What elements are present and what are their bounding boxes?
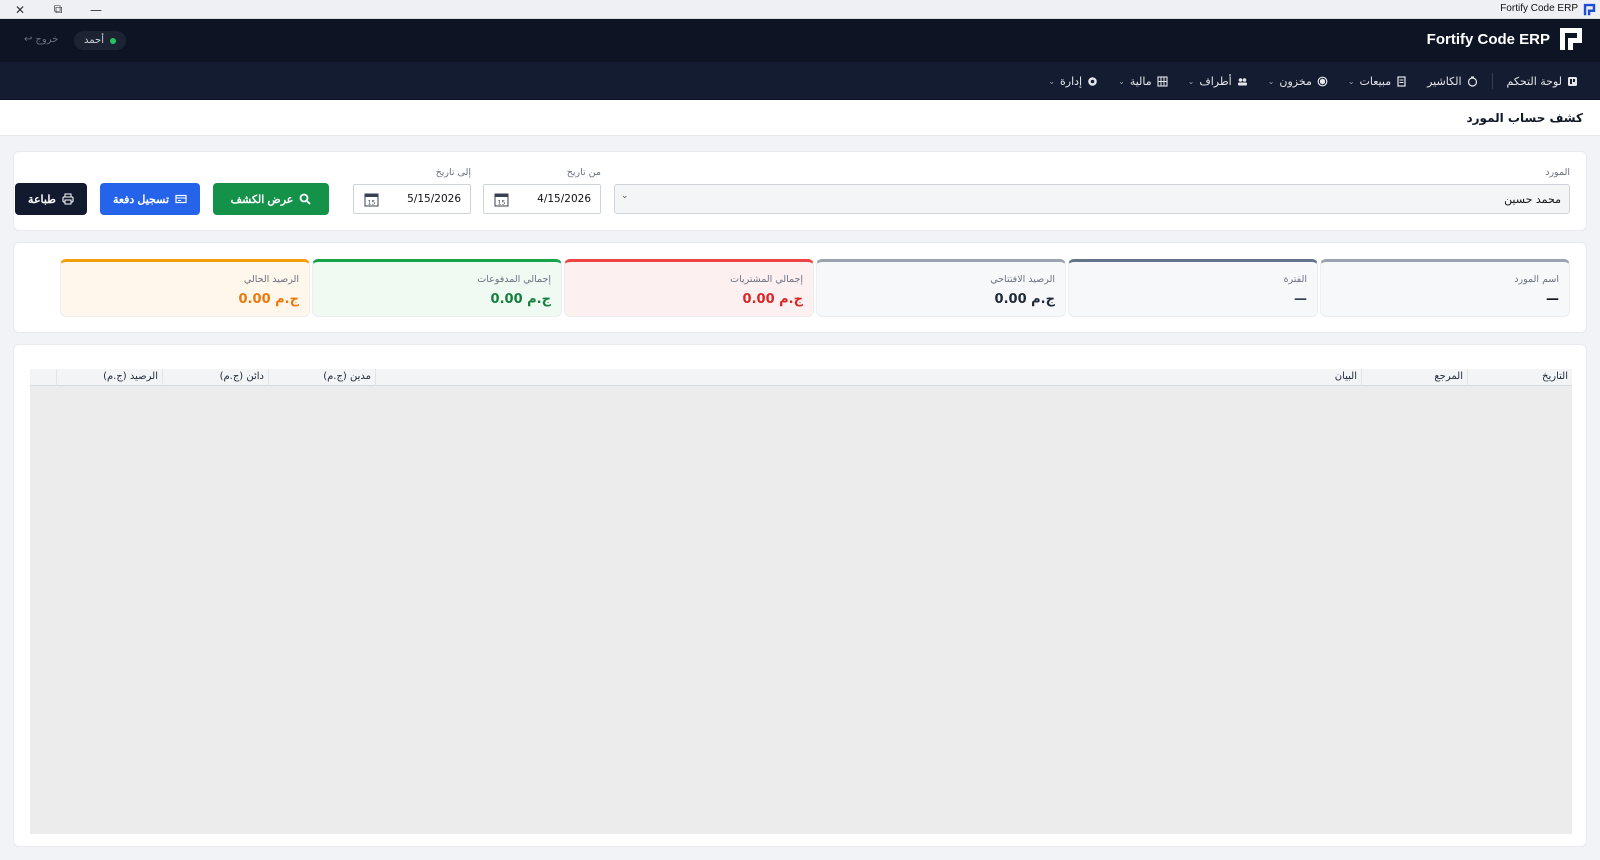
print-label: طباعة <box>28 193 56 206</box>
finance-icon <box>1157 75 1168 87</box>
summary-stat-label: الرصيد الافتتاحي <box>990 274 1055 285</box>
table-column-header[interactable]: الرصيد (ج.م) <box>56 369 162 386</box>
summary-stat-label: الرصيد الحالي <box>243 274 299 285</box>
table-header: التاريخ المرجع البيان مدين (ج.م) دائن (ج.م) ا… <box>30 369 1572 386</box>
nav-item-label: لوحة التحكم <box>1506 74 1562 88</box>
supplier-select[interactable]: محمد حسين ⌄ <box>614 184 1570 214</box>
chevron-down-icon: ⌄ <box>1048 76 1056 86</box>
from-date-input[interactable]: 4/15/2026 15 <box>483 184 601 214</box>
chevron-down-icon: ⌄ <box>621 191 629 201</box>
page-title-bar: كشف حساب المورد <box>0 100 1600 136</box>
window-titlebar: ✕ ⧉ — Fortify Code ERP <box>0 0 1600 19</box>
search-icon <box>299 193 311 205</box>
nav-item-label: أطراف <box>1199 74 1232 88</box>
dashboard-icon <box>1568 76 1577 86</box>
supplier-value: محمد حسين <box>1504 193 1561 206</box>
summary-stat-1: الفترة — <box>1068 259 1318 317</box>
record-payment-label: تسجيل دفعة <box>112 193 170 206</box>
summary-stat-5: الرصيد الحالي 0.00 ج.م <box>60 259 310 317</box>
summary-stat-value: 0.00 ج.م <box>490 292 551 307</box>
summary-stat-label: اسم المورد <box>1514 274 1559 285</box>
record-payment-button[interactable]: تسجيل دفعة <box>100 183 200 215</box>
parties-icon <box>1237 77 1247 85</box>
svg-text:15: 15 <box>368 200 376 207</box>
to-date-value: 5/15/2026 <box>407 193 461 205</box>
summary-stat-label: إجمالي المشتريات <box>730 274 803 285</box>
cashier-icon <box>1467 76 1477 87</box>
summary-stat-0: اسم المورد — <box>1320 259 1570 317</box>
table-column-header[interactable]: المرجع <box>1361 369 1467 386</box>
from-date-label: من تاريخ <box>566 167 601 178</box>
summary-stat-value: 0.00 ج.م <box>238 292 299 307</box>
summary-stat-3: إجمالي المشتريات 0.00 ج.م <box>564 259 814 317</box>
filter-card: المورد محمد حسين ⌄ من تاريخ 4/15/2026 15… <box>13 151 1587 231</box>
user-name: أحمد <box>84 35 104 46</box>
nav-item-5[interactable]: مالية ⌄ <box>1108 62 1178 100</box>
online-status-icon <box>110 37 116 44</box>
user-badge[interactable]: أحمد <box>74 31 126 50</box>
inventory-icon <box>1317 76 1328 86</box>
chevron-down-icon: ⌄ <box>1347 76 1355 86</box>
logout-button[interactable]: ↩ خروج <box>24 34 58 45</box>
sales-icon <box>1397 75 1406 87</box>
calendar-icon[interactable]: 15 <box>364 192 379 207</box>
summary-stat-2: الرصيد الافتتاحي 0.00 ج.م <box>816 259 1066 317</box>
nav-item-label: مبيعات <box>1359 74 1392 88</box>
nav-divider <box>1491 73 1493 89</box>
svg-text:15: 15 <box>498 200 506 207</box>
logout-label: خروج <box>35 34 59 45</box>
nav-item-0[interactable]: لوحة التحكم <box>1497 62 1588 100</box>
chevron-down-icon: ⌄ <box>1187 76 1195 86</box>
summary-stat-label: إجمالي المدفوعات <box>477 274 551 285</box>
nav-item-1[interactable]: الكاشير <box>1417 62 1487 100</box>
table-column-header[interactable]: البيان <box>375 369 1361 386</box>
nav-item-4[interactable]: أطراف ⌄ <box>1178 62 1258 100</box>
close-icon[interactable]: ✕ <box>2 0 38 19</box>
payment-icon <box>175 194 187 204</box>
summary-stat-label: الفترة <box>1283 274 1307 285</box>
minimize-icon[interactable]: — <box>78 0 114 19</box>
summary-card: اسم المورد — الفترة — الرصيد الافتتاحي 0.00 ج… <box>13 242 1587 333</box>
summary-stat-4: إجمالي المدفوعات 0.00 ج.م <box>312 259 562 317</box>
nav-item-6[interactable]: إدارة ⌄ <box>1038 62 1108 100</box>
to-date-input[interactable]: 5/15/2026 15 <box>353 184 471 214</box>
nav-item-label: إدارة <box>1060 74 1083 88</box>
show-statement-label: عرض الكشف <box>230 193 294 206</box>
print-button[interactable]: طباعة <box>15 183 87 215</box>
table-column-header[interactable]: مدين (ج.م) <box>268 369 375 386</box>
top-header: Fortify Code ERP أحمد ↩ خروج <box>0 19 1600 62</box>
brand-logo-icon <box>1560 28 1582 50</box>
restore-icon[interactable]: ⧉ <box>40 0 76 19</box>
show-statement-button[interactable]: عرض الكشف <box>213 183 329 215</box>
summary-stat-value: — <box>1294 292 1307 307</box>
page-title: كشف حساب المورد <box>1466 111 1583 125</box>
nav-item-label: مالية <box>1129 74 1152 88</box>
table-column-header[interactable]: التاريخ <box>1467 369 1572 386</box>
brand-name: Fortify Code ERP <box>1426 30 1550 48</box>
from-date-value: 4/15/2026 <box>537 193 591 205</box>
calendar-icon[interactable]: 15 <box>494 192 509 207</box>
statement-table-card: التاريخ المرجع البيان مدين (ج.م) دائن (ج.م) ا… <box>13 344 1587 847</box>
chevron-down-icon: ⌄ <box>1118 76 1125 86</box>
main-nav: لوحة التحكم الكاشير مبيعات ⌄ مخزون ⌄ أطراف ⌄ مال… <box>0 62 1600 100</box>
nav-item-label: الكاشير <box>1427 74 1462 88</box>
nav-item-2[interactable]: مبيعات ⌄ <box>1338 62 1417 100</box>
nav-item-3[interactable]: مخزون ⌄ <box>1258 62 1338 100</box>
window-title: Fortify Code ERP <box>1500 3 1578 14</box>
printer-icon <box>62 193 74 205</box>
table-column-header[interactable]: دائن (ج.م) <box>162 369 268 386</box>
summary-stat-value: 0.00 ج.م <box>742 292 803 307</box>
summary-stat-value: — <box>1546 292 1559 307</box>
table-body <box>30 386 1572 834</box>
logout-icon: ↩ <box>24 34 33 45</box>
chevron-down-icon: ⌄ <box>1267 76 1275 86</box>
brand[interactable]: Fortify Code ERP <box>1427 26 1584 52</box>
nav-items: لوحة التحكم الكاشير مبيعات ⌄ مخزون ⌄ أطراف ⌄ مال… <box>1038 62 1588 100</box>
admin-icon <box>1088 76 1097 86</box>
to-date-label: إلى تاريخ <box>435 167 471 178</box>
summary-stat-value: 0.00 ج.م <box>994 292 1055 307</box>
app-logo-icon <box>1583 3 1596 16</box>
nav-item-label: مخزون <box>1279 74 1312 88</box>
supplier-label: المورد <box>1545 167 1570 178</box>
